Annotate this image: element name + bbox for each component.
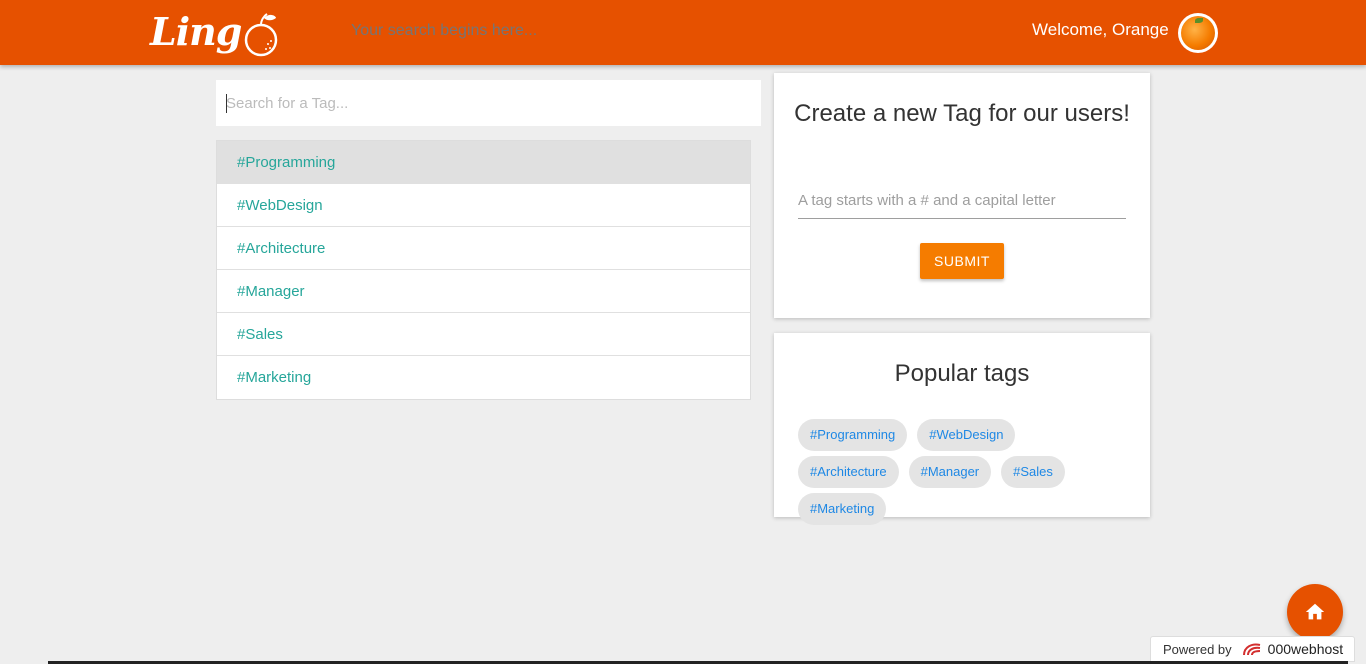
powered-by-badge[interactable]: Powered by 000webhost: [1150, 636, 1355, 662]
tag-chip[interactable]: #Sales: [1001, 456, 1065, 488]
new-tag-input[interactable]: [798, 183, 1126, 219]
popular-tags-chips: #Programming #WebDesign #Architecture #M…: [798, 419, 1134, 530]
webhost-brand: 000webhost: [1267, 641, 1344, 657]
tag-search-input[interactable]: [216, 80, 761, 126]
orange-avatar-icon: [1181, 16, 1215, 50]
user-avatar[interactable]: [1178, 13, 1218, 53]
tag-chip[interactable]: #Architecture: [798, 456, 899, 488]
create-tag-card: Create a new Tag for our users! SUBMIT: [774, 73, 1150, 318]
top-navbar: Ling Welcome, Orange: [0, 0, 1366, 65]
lingo-logo[interactable]: Ling: [150, 4, 282, 60]
home-icon: [1305, 603, 1325, 620]
logo-text: Ling: [150, 9, 242, 54]
popular-tags-card: Popular tags #Programming #WebDesign #Ar…: [774, 333, 1150, 525]
submit-button[interactable]: SUBMIT: [920, 243, 1004, 279]
header-search-input[interactable]: [351, 22, 751, 40]
text-cursor: [226, 94, 227, 113]
home-button[interactable]: [1287, 584, 1343, 640]
webhost-logo-icon: [1242, 643, 1260, 656]
welcome-text: Welcome, Orange: [1032, 20, 1169, 39]
tag-list-item[interactable]: #Manager: [217, 270, 750, 313]
tag-list-item[interactable]: #Sales: [217, 313, 750, 356]
tag-list-item[interactable]: #Marketing: [217, 356, 750, 399]
popular-tags-title: Popular tags: [894, 360, 1030, 387]
tag-chip[interactable]: #WebDesign: [917, 419, 1016, 451]
create-tag-title: Create a new Tag for our users!: [794, 100, 1130, 127]
tag-list-item[interactable]: #Architecture: [217, 227, 750, 270]
tag-chip[interactable]: #Marketing: [798, 493, 887, 525]
tag-list-item[interactable]: #Programming: [217, 141, 750, 184]
powered-by-text: Powered by: [1163, 641, 1232, 657]
tag-list: #Programming #WebDesign #Architecture #M…: [216, 140, 751, 400]
tag-list-item[interactable]: #WebDesign: [217, 184, 750, 227]
tag-chip[interactable]: #Manager: [908, 456, 992, 488]
orange-logo-icon: [245, 13, 278, 57]
tag-chip[interactable]: #Programming: [798, 419, 908, 451]
